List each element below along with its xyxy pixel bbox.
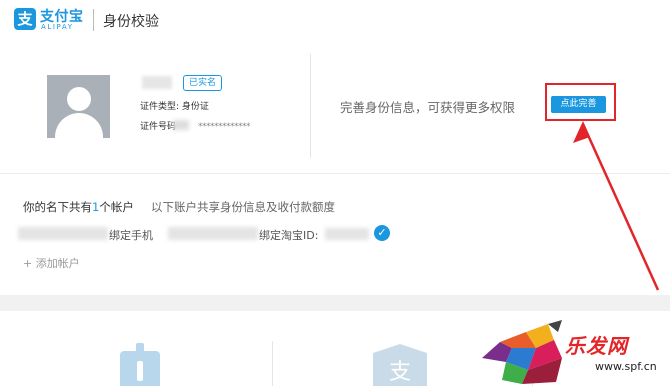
highlight-box <box>545 83 616 121</box>
masked-phone <box>168 227 258 240</box>
alipay-logo-subtext: ALIPAY <box>41 23 74 31</box>
id-number-label: 证件号码 <box>140 122 177 132</box>
id-number-blur <box>173 120 189 130</box>
header-divider <box>93 9 94 31</box>
tile-divider <box>272 341 273 386</box>
masked-account <box>18 227 108 240</box>
watermark-url: www.spf.cn <box>595 360 657 373</box>
app-header: 支 支付宝 ALIPAY 身份校验 <box>0 0 670 41</box>
section-divider <box>0 173 670 174</box>
shield-icon[interactable]: 支 <box>365 341 435 386</box>
id-number-mask: ************* <box>198 122 251 132</box>
section-gap <box>0 295 670 311</box>
add-account-link[interactable]: + 添加帐户 <box>23 255 80 271</box>
accounts-title-prefix: 你的名下共有 <box>23 200 92 214</box>
avatar-body-icon <box>55 113 103 138</box>
accounts-title-suffix: 个帐户 <box>99 200 134 214</box>
check-icon: ✓ <box>374 225 390 241</box>
id-number: 证件号码 ************* <box>140 119 251 132</box>
promo-text: 完善身份信息，可获得更多权限 <box>340 100 516 115</box>
svg-text:支: 支 <box>389 360 411 385</box>
bound-taobao-label: 绑定淘宝ID: <box>259 229 319 242</box>
avatar <box>47 75 110 138</box>
id-type: 证件类型: 身份证 <box>140 102 209 112</box>
avatar-head-icon <box>67 87 91 111</box>
bound-phone-label: 绑定手机 <box>109 229 153 242</box>
vertical-divider <box>310 54 311 158</box>
verified-badge: 已实名 <box>183 75 223 91</box>
watermark-brand: 乐发网 <box>565 334 628 358</box>
masked-taobao-id <box>325 228 369 240</box>
masked-name <box>142 76 172 89</box>
page-title: 身份校验 <box>103 14 159 30</box>
id-card-icon[interactable] <box>110 341 170 386</box>
accounts-note: 以下账户共享身份信息及收付款额度 <box>151 200 335 214</box>
alipay-logo-icon[interactable]: 支 <box>14 8 36 30</box>
accounts-title: 你的名下共有1个帐户 <box>23 199 134 215</box>
